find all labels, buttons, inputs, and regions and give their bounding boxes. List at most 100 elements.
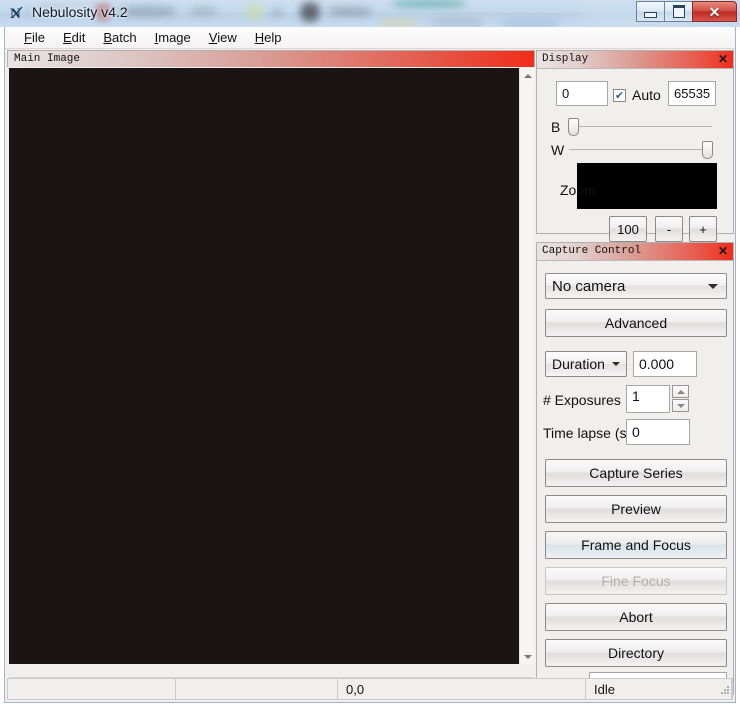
exposures-spinner-up[interactable]: [672, 385, 689, 398]
display-panel-body: 0 ✔ Auto 65535 B W Zoom 100 - +: [537, 69, 733, 242]
auto-stretch-checkbox[interactable]: ✔: [613, 88, 626, 102]
duration-select-value: Duration: [552, 356, 605, 372]
capture-series-label: Capture Series: [589, 465, 683, 481]
exposures-value: 1: [632, 388, 640, 404]
image-canvas[interactable]: [9, 68, 519, 664]
fine-focus-button: Fine Focus: [545, 567, 727, 595]
chevron-up-icon: [676, 389, 685, 394]
close-button[interactable]: ✕: [692, 1, 737, 22]
capture-panel-title: Capture Control: [542, 245, 642, 257]
advanced-label: Advanced: [604, 315, 668, 331]
menu-edit-label: dit: [71, 30, 86, 45]
display-preview-strip: [577, 163, 717, 209]
directory-label: Directory: [607, 645, 664, 661]
timelapse-value: 0: [632, 424, 640, 440]
resize-grip-icon[interactable]: [718, 685, 730, 697]
menu-batch[interactable]: Batch: [94, 28, 145, 47]
menu-help[interactable]: Help: [246, 28, 291, 47]
main-image-caption-text: Main Image: [14, 53, 81, 65]
white-slider-label: W: [551, 142, 565, 158]
status-cell-coordinates: 0,0: [338, 679, 586, 699]
chevron-down-icon: [676, 403, 685, 408]
application-window: N Nebulosity v4.2 ✕ File Edi: [0, 0, 740, 710]
maximize-button[interactable]: [664, 1, 693, 22]
camera-select-value: No camera: [552, 277, 626, 295]
capture-series-button[interactable]: Capture Series: [545, 459, 727, 487]
image-canvas-area: [7, 67, 535, 695]
zoom-label: Zoom: [560, 182, 596, 198]
chevron-up-icon: [523, 73, 532, 78]
capture-control-panel: Capture Control ✕ No camera Advanced Dur…: [536, 242, 734, 698]
window-titlebar[interactable]: N Nebulosity v4.2 ✕: [0, 0, 740, 27]
image-vertical-scrollbar[interactable]: [519, 68, 535, 664]
status-cell-2: [176, 679, 338, 699]
nebulosity-n-icon: N: [9, 4, 27, 22]
auto-stretch-label: Auto: [632, 87, 661, 103]
white-point-value: 65535: [674, 86, 711, 101]
abort-label: Abort: [619, 609, 653, 625]
preview-button[interactable]: Preview: [545, 495, 727, 523]
capture-panel-caption-bar: Capture Control ✕: [537, 243, 733, 261]
white-point-slider[interactable]: [567, 140, 714, 160]
display-panel: Display ✕ 0 ✔ Auto 65535 B W Zoom 100 - …: [536, 50, 734, 242]
display-panel-close-icon[interactable]: ✕: [718, 52, 728, 67]
menu-image[interactable]: Image: [146, 28, 200, 47]
preview-label: Preview: [611, 501, 661, 517]
frame-and-focus-label: Frame and Focus: [581, 537, 691, 553]
menu-bar: File Edit Batch Image View Help: [5, 27, 735, 49]
zoom-in-button[interactable]: +: [689, 216, 717, 242]
black-point-value: 0: [562, 86, 570, 101]
window-controls: ✕: [636, 1, 737, 23]
zoom-plus-icon: +: [699, 221, 707, 237]
main-image-pane: Main Image: [7, 50, 535, 695]
timelapse-input[interactable]: 0: [626, 419, 690, 445]
black-point-slider[interactable]: [567, 117, 714, 137]
scroll-up-button[interactable]: [520, 68, 535, 83]
timelapse-label: Time lapse (s): [543, 425, 632, 441]
zoom-minus-icon: -: [666, 221, 672, 237]
white-point-input[interactable]: 65535: [668, 81, 716, 106]
minimize-button[interactable]: [636, 1, 665, 22]
menu-file[interactable]: File: [15, 28, 54, 47]
black-point-input[interactable]: 0: [556, 81, 608, 106]
client-area: File Edit Batch Image View Help Main Ima…: [4, 27, 736, 703]
exposures-input[interactable]: 1: [626, 385, 670, 413]
frame-and-focus-button[interactable]: Frame and Focus: [545, 531, 727, 559]
duration-input[interactable]: 0.000: [633, 351, 697, 377]
exposures-label: # Exposures: [543, 392, 621, 408]
zoom-value-button[interactable]: 100: [609, 216, 647, 242]
menu-edit[interactable]: Edit: [54, 28, 94, 47]
capture-panel-close-icon[interactable]: ✕: [718, 244, 728, 259]
black-slider-track: [569, 126, 712, 127]
menu-batch-accel: B: [103, 30, 113, 45]
menu-file-label: ile: [31, 30, 45, 45]
menu-view[interactable]: View: [200, 28, 246, 47]
menu-help-label: elp: [264, 30, 282, 45]
status-bar: 0,0 Idle: [7, 678, 733, 700]
zoom-out-button[interactable]: -: [655, 216, 683, 242]
display-panel-title: Display: [542, 53, 589, 65]
abort-button[interactable]: Abort: [545, 603, 727, 631]
scroll-down-button[interactable]: [520, 649, 535, 664]
menu-help-accel: H: [254, 30, 265, 45]
black-slider-label: B: [551, 119, 561, 135]
black-slider-thumb[interactable]: [568, 118, 579, 136]
menu-view-accel: V: [208, 30, 218, 45]
duration-value: 0.000: [639, 356, 675, 372]
exposures-spinner-down[interactable]: [672, 399, 689, 412]
menu-batch-label: atch: [112, 30, 137, 45]
white-slider-thumb[interactable]: [702, 141, 713, 159]
duration-select[interactable]: Duration: [545, 351, 627, 377]
close-icon: ✕: [708, 3, 721, 20]
directory-button[interactable]: Directory: [545, 639, 727, 667]
auto-stretch-checkbox-row[interactable]: ✔ Auto: [613, 87, 661, 103]
main-image-caption-bar: Main Image: [7, 50, 535, 67]
menu-file-accel: F: [24, 30, 32, 45]
chevron-down-icon: [708, 284, 718, 289]
status-cell-1: [8, 679, 176, 699]
capture-panel-body: No camera Advanced Duration 0.000 # Expo…: [537, 261, 733, 698]
white-slider-track: [569, 149, 712, 150]
camera-select[interactable]: No camera: [545, 273, 727, 299]
fine-focus-label: Fine Focus: [601, 573, 671, 589]
advanced-button[interactable]: Advanced: [545, 309, 727, 337]
